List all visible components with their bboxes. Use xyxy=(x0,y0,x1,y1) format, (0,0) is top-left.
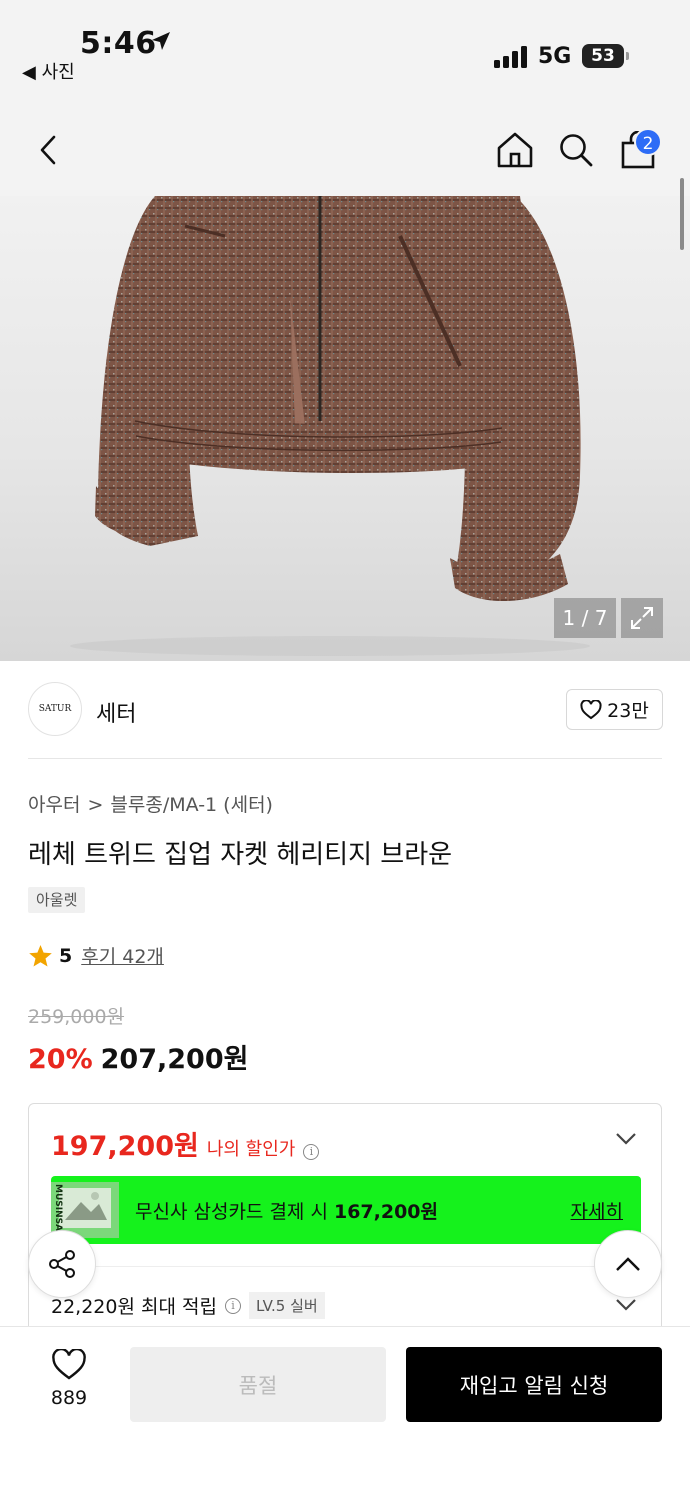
points-text: 22,220원 최대 적립 xyxy=(51,1296,217,1318)
product-jacket-image xyxy=(70,196,590,656)
search-icon xyxy=(560,134,593,167)
share-icon xyxy=(49,1250,75,1278)
sale-price: 207,200원 xyxy=(100,1044,249,1075)
sale-price-row: 20% 207,200원 xyxy=(28,1037,248,1076)
card-divider xyxy=(51,1266,641,1267)
product-image-gallery[interactable] xyxy=(0,196,690,661)
brand-logo-text: SATUR xyxy=(38,704,72,714)
product-title: 레체 트위드 집업 자켓 헤리티지 브라운 xyxy=(28,840,453,870)
search-button[interactable] xyxy=(554,128,598,172)
status-time: 5:46 xyxy=(80,26,157,61)
wishlist-button[interactable]: 889 xyxy=(36,1347,102,1409)
heart-icon xyxy=(52,1347,86,1380)
chevron-up-icon xyxy=(616,1257,640,1271)
home-button[interactable] xyxy=(493,128,537,172)
benefit-card: 197,200원 나의 할인가 i MUSINSA 무신사 삼성카드 결제 시 … xyxy=(28,1103,662,1343)
bottom-action-bar: 889 품절 재입고 알림 신청 xyxy=(0,1326,690,1500)
brand-like-button[interactable]: 23만 xyxy=(566,689,663,730)
chevron-down-icon[interactable] xyxy=(615,1298,637,1312)
rating-score: 5 xyxy=(59,944,73,967)
divider xyxy=(28,758,662,759)
breadcrumb-separator: > xyxy=(87,794,104,816)
card-promo-banner[interactable]: MUSINSA 무신사 삼성카드 결제 시 167,200원 자세히 xyxy=(51,1176,641,1244)
my-discount-price: 197,200원 나의 할인가 i xyxy=(51,1124,320,1163)
brand-name[interactable]: 세터 xyxy=(96,696,136,728)
breadcrumb: 아우터 > 블루종/MA-1 (세터) xyxy=(28,790,273,817)
brand-logo[interactable]: SATUR xyxy=(28,682,82,736)
soldout-button: 품절 xyxy=(130,1347,386,1422)
reviews-link[interactable]: 후기 42개 xyxy=(81,942,164,969)
original-price: 259,000원 xyxy=(28,1006,125,1028)
page-scrollbar[interactable] xyxy=(680,178,684,250)
info-icon[interactable]: i xyxy=(303,1144,320,1160)
points-row: 22,220원 최대 적립 i LV.5 실버 xyxy=(51,1292,325,1319)
my-price-label: 나의 할인가 xyxy=(206,1139,296,1160)
card-promo-label: 무신사 삼성카드 결제 시 xyxy=(135,1200,328,1223)
home-icon xyxy=(497,132,533,168)
breadcrumb-category[interactable]: 아우터 xyxy=(28,794,80,816)
outlet-tag: 아울렛 xyxy=(28,887,86,913)
my-price-amount: 197,200원 xyxy=(51,1131,199,1162)
location-arrow-icon xyxy=(152,32,170,50)
network-type: 5G xyxy=(538,44,572,69)
discount-rate: 20% xyxy=(28,1044,93,1075)
wishlist-count: 889 xyxy=(50,1387,88,1409)
chevron-down-icon[interactable] xyxy=(615,1132,637,1146)
card-promo-text: 무신사 삼성카드 결제 시 167,200원 xyxy=(135,1197,438,1224)
info-icon[interactable]: i xyxy=(224,1297,241,1314)
back-to-photos-link[interactable]: ◀ 사진 xyxy=(22,58,75,84)
top-bar: 5:46 ◀ 사진 5G 53 2 xyxy=(0,0,690,196)
expand-image-button[interactable] xyxy=(621,598,663,638)
heart-icon xyxy=(580,699,602,719)
back-button[interactable] xyxy=(26,128,70,172)
chevron-left-icon xyxy=(40,135,56,165)
share-button[interactable] xyxy=(28,1230,96,1298)
restock-alert-button[interactable]: 재입고 알림 신청 xyxy=(406,1347,662,1422)
promo-thumb-text: MUSINSA xyxy=(53,1184,63,1232)
cart-count-badge: 2 xyxy=(634,128,662,156)
scroll-top-button[interactable] xyxy=(594,1230,662,1298)
member-level-badge: LV.5 실버 xyxy=(248,1292,325,1319)
signal-icon xyxy=(494,46,528,68)
brand-like-count: 23만 xyxy=(607,700,649,722)
card-detail-link[interactable]: 자세히 xyxy=(571,1197,623,1224)
rating-summary: 5 후기 42개 xyxy=(28,942,164,969)
expand-icon xyxy=(631,607,653,629)
battery-icon: 53 xyxy=(582,44,629,68)
image-counter: 1 / 7 xyxy=(554,598,616,638)
card-promo-price: 167,200원 xyxy=(333,1200,438,1223)
breadcrumb-subcategory[interactable]: 블루종/MA-1 (세터) xyxy=(110,794,273,816)
star-icon xyxy=(29,944,52,966)
